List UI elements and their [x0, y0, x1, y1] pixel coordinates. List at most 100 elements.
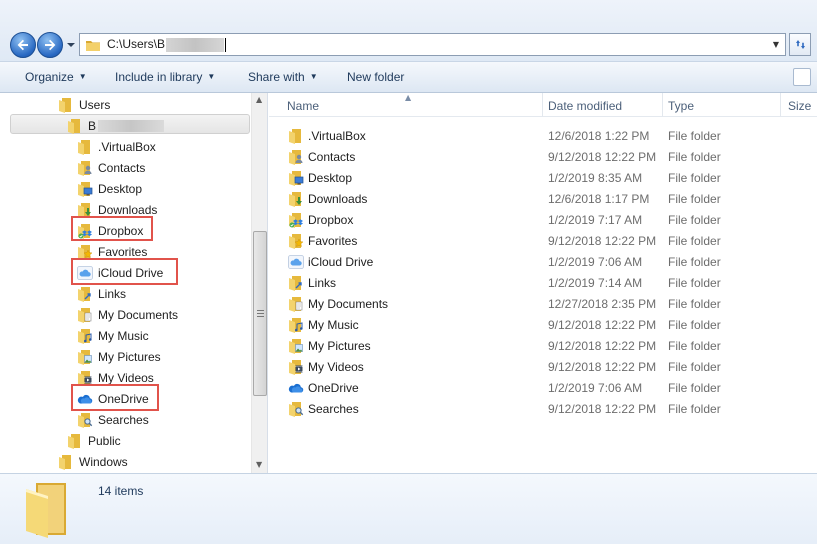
tree-item-windows[interactable]: Windows — [58, 451, 128, 472]
tree-item-my-pictures[interactable]: My Pictures — [77, 346, 161, 367]
downloads-folder-icon — [289, 192, 302, 207]
tree-item-label: Desktop — [98, 181, 143, 196]
file-row[interactable]: Links 1/2/2019 7:14 AM File folder — [269, 272, 817, 293]
file-name: Desktop — [308, 171, 353, 185]
tree-item-label: My Documents — [98, 307, 179, 322]
scroll-down-arrow-icon[interactable]: ▼ — [256, 460, 262, 469]
file-date-modified: 1/2/2019 7:06 AM — [548, 255, 643, 269]
tree-item-my-documents[interactable]: My Documents — [77, 304, 178, 325]
file-name: .VirtualBox — [308, 129, 366, 143]
tree-item-contacts[interactable]: Contacts — [77, 157, 145, 178]
address-bar: C:\Users\B ▼ — [0, 0, 817, 62]
sort-ascending-icon: ▲ — [405, 93, 412, 102]
tree-item-searches[interactable]: Searches — [77, 409, 149, 430]
column-divider[interactable] — [780, 93, 781, 117]
grip-icon — [257, 310, 264, 317]
tree-item-links[interactable]: Links — [77, 283, 126, 304]
searches-folder-icon — [78, 412, 93, 428]
file-row[interactable]: My Music 9/12/2018 12:22 PM File folder — [269, 314, 817, 335]
tree-item-public[interactable]: Public — [67, 430, 121, 451]
file-date-modified: 9/12/2018 12:22 PM — [548, 402, 657, 416]
file-name: iCloud Drive — [308, 255, 374, 269]
new-folder-button[interactable]: New folder — [347, 70, 404, 84]
file-type: File folder — [668, 255, 721, 269]
file-date-modified: 1/2/2019 8:35 AM — [548, 171, 643, 185]
column-divider[interactable] — [542, 93, 543, 117]
tree-item-user-home[interactable]: B — [67, 115, 165, 136]
column-divider[interactable] — [662, 93, 663, 117]
command-bar: Organize ▼ Include in library ▼ Share with… — [0, 62, 817, 93]
file-row[interactable]: Desktop 1/2/2019 8:35 AM File folder — [269, 167, 817, 188]
file-name: Downloads — [308, 192, 368, 206]
file-date-modified: 12/6/2018 1:22 PM — [548, 129, 650, 143]
folder-icon — [86, 40, 100, 51]
file-row[interactable]: Contacts 9/12/2018 12:22 PM File folder — [269, 146, 817, 167]
file-name: Dropbox — [308, 213, 354, 227]
file-row[interactable]: My Documents 12/27/2018 2:35 PM File folde… — [269, 293, 817, 314]
file-row[interactable]: OneDrive 1/2/2019 7:06 AM File folder — [269, 377, 817, 398]
address-path-text: C:\Users\B — [107, 37, 227, 52]
recent-pages-dropdown-icon[interactable] — [66, 39, 76, 51]
folder-icon — [289, 129, 301, 144]
address-dropdown-button[interactable]: ▼ — [769, 37, 783, 52]
file-row[interactable]: iCloud Drive 1/2/2019 7:06 AM File folder — [269, 251, 817, 272]
onedrive-icon — [288, 383, 304, 393]
folder-icon — [59, 97, 71, 113]
tree-item-label: Contacts — [98, 160, 146, 175]
file-date-modified: 9/12/2018 12:22 PM — [548, 360, 657, 374]
refresh-button[interactable] — [789, 33, 811, 56]
tree-item-desktop[interactable]: Desktop — [77, 178, 142, 199]
file-row[interactable]: Favorites 9/12/2018 12:22 PM File folder — [269, 230, 817, 251]
searches-folder-icon — [289, 402, 304, 417]
address-path-field[interactable]: C:\Users\B ▼ — [79, 33, 786, 56]
file-type: File folder — [668, 360, 721, 374]
chevron-down-icon: ▼ — [309, 72, 318, 81]
share-with-button[interactable]: Share with ▼ — [248, 70, 318, 84]
file-row[interactable]: .VirtualBox 12/6/2018 1:22 PM File folder — [269, 125, 817, 146]
navigation-pane: Users B .VirtualBox Contacts Desktop Downlo… — [0, 93, 268, 473]
column-header-type[interactable]: Type — [668, 99, 694, 113]
tree-item-label: Links — [98, 286, 127, 301]
tree-item-virtualbox[interactable]: .VirtualBox — [77, 136, 156, 157]
organize-menu-button[interactable]: Organize ▼ — [25, 70, 87, 84]
tree-item-label: Downloads — [98, 202, 158, 217]
file-row[interactable]: Searches 9/12/2018 12:22 PM File folder — [269, 398, 817, 419]
file-row[interactable]: Dropbox 1/2/2019 7:17 AM File folder — [269, 209, 817, 230]
column-header-name[interactable]: Name — [287, 99, 319, 113]
file-row[interactable]: Downloads 12/6/2018 1:17 PM File folder — [269, 188, 817, 209]
file-type: File folder — [668, 150, 721, 164]
folder-icon — [68, 433, 80, 449]
include-in-library-button[interactable]: Include in library ▼ — [115, 70, 215, 84]
contacts-folder-icon — [289, 150, 303, 165]
help-button[interactable] — [793, 68, 811, 86]
column-headers: ▲ Name Date modified Type Size — [269, 93, 817, 117]
file-date-modified: 9/12/2018 12:22 PM — [548, 318, 657, 332]
column-header-size[interactable]: Size — [788, 99, 811, 113]
forward-button[interactable] — [37, 32, 63, 58]
file-date-modified: 9/12/2018 12:22 PM — [548, 339, 657, 353]
scroll-up-arrow-icon[interactable]: ▲ — [256, 95, 262, 104]
chevron-down-icon: ▼ — [78, 72, 87, 81]
folder-icon — [68, 118, 80, 134]
tree-item-label: My Videos — [98, 370, 154, 385]
file-row[interactable]: My Videos 9/12/2018 12:22 PM File folder — [269, 356, 817, 377]
tree-item-users[interactable]: Users — [58, 94, 110, 115]
back-button[interactable] — [10, 32, 36, 58]
details-pane: 14 items — [0, 473, 817, 544]
file-name: Contacts — [308, 150, 356, 164]
column-header-date-modified[interactable]: Date modified — [548, 99, 622, 113]
file-type: File folder — [668, 213, 721, 227]
file-type: File folder — [668, 234, 721, 248]
file-date-modified: 1/2/2019 7:14 AM — [548, 276, 643, 290]
item-count-label: 14 items — [98, 484, 144, 498]
tree-item-my-music[interactable]: My Music — [77, 325, 149, 346]
pictures-folder-icon — [78, 349, 92, 365]
file-date-modified: 9/12/2018 12:22 PM — [548, 150, 657, 164]
scrollbar-thumb[interactable] — [253, 231, 267, 396]
documents-folder-icon — [289, 297, 303, 312]
music-folder-icon — [78, 328, 92, 344]
file-row[interactable]: My Pictures 9/12/2018 12:22 PM File folder — [269, 335, 817, 356]
links-folder-icon — [78, 286, 91, 302]
nav-vertical-scrollbar[interactable]: ▲ ▼ — [251, 93, 267, 473]
file-type: File folder — [668, 318, 721, 332]
